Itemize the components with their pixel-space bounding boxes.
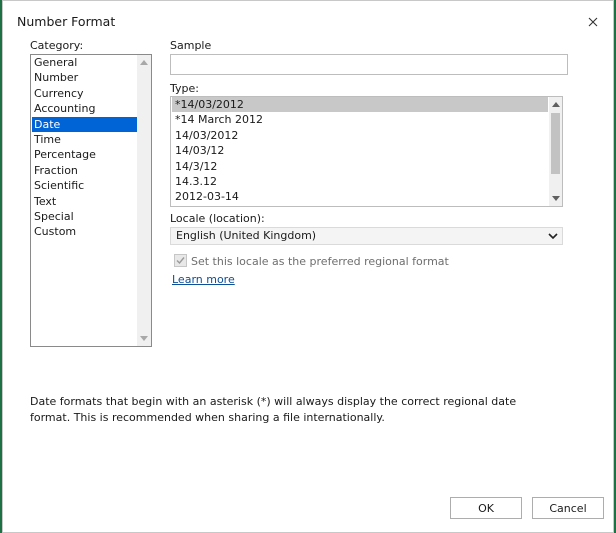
cancel-button[interactable]: Cancel <box>532 497 604 519</box>
category-item-general[interactable]: General <box>32 55 138 70</box>
scroll-down-arrow-icon[interactable] <box>552 196 560 201</box>
category-scrollbar[interactable] <box>137 55 151 346</box>
scroll-up-arrow-icon[interactable] <box>140 60 148 65</box>
category-item-special[interactable]: Special <box>32 209 138 224</box>
category-list[interactable]: General Number Currency Accounting Date … <box>30 54 152 347</box>
category-item-time[interactable]: Time <box>32 132 138 147</box>
preferred-locale-label: Set this locale as the preferred regiona… <box>191 255 449 268</box>
category-item-currency[interactable]: Currency <box>32 86 138 101</box>
category-item-fraction[interactable]: Fraction <box>32 163 138 178</box>
preferred-locale-checkbox[interactable] <box>174 254 187 267</box>
number-format-dialog: Number Format Category: General Number C… <box>2 0 614 533</box>
type-item[interactable]: 14.3.12 <box>172 174 548 189</box>
category-item-date[interactable]: Date <box>32 117 138 132</box>
type-item[interactable]: 2012-03-14 <box>172 189 548 204</box>
category-item-number[interactable]: Number <box>32 70 138 85</box>
category-item-accounting[interactable]: Accounting <box>32 101 138 116</box>
ok-button[interactable]: OK <box>450 497 522 519</box>
date-format-description: Date formats that begin with an asterisk… <box>30 395 517 424</box>
learn-more-link[interactable]: Learn more <box>172 273 235 286</box>
category-item-percentage[interactable]: Percentage <box>32 147 138 162</box>
scroll-up-arrow-icon[interactable] <box>552 102 560 107</box>
type-item[interactable]: *14 March 2012 <box>172 112 548 127</box>
category-item-text[interactable]: Text <box>32 194 138 209</box>
type-item[interactable]: 14/03/12 <box>172 143 548 158</box>
close-button[interactable] <box>586 15 600 29</box>
locale-dropdown[interactable]: English (United Kingdom) <box>170 227 563 245</box>
category-label: Category: <box>30 39 84 52</box>
type-item[interactable]: *14/03/2012 <box>172 97 548 112</box>
checkmark-icon <box>176 257 185 265</box>
type-label: Type: <box>170 82 199 95</box>
type-scrollbar[interactable] <box>549 97 562 206</box>
scrollbar-thumb[interactable] <box>551 113 560 174</box>
chevron-down-icon <box>548 233 558 240</box>
sample-preview <box>170 54 568 75</box>
type-list[interactable]: *14/03/2012 *14 March 2012 14/03/2012 14… <box>170 96 563 207</box>
locale-label: Locale (location): <box>170 212 265 225</box>
category-item-custom[interactable]: Custom <box>32 224 138 239</box>
close-icon <box>588 17 598 27</box>
sample-label: Sample <box>170 39 212 52</box>
type-item[interactable]: 14/03/2012 <box>172 128 548 143</box>
category-item-scientific[interactable]: Scientific <box>32 178 138 193</box>
dialog-title: Number Format <box>17 14 116 29</box>
scroll-down-arrow-icon[interactable] <box>140 336 148 341</box>
locale-value: English (United Kingdom) <box>176 229 317 242</box>
type-item[interactable]: 14/3/12 <box>172 159 548 174</box>
